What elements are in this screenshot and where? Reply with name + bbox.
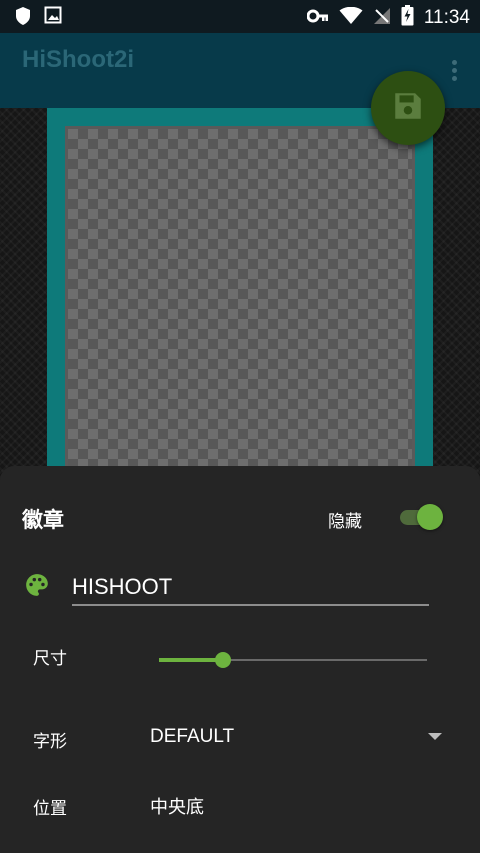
badge-text-input[interactable]: HISHOOT — [72, 570, 429, 606]
status-bar: 11:34 — [0, 0, 480, 33]
font-label: 字形 — [33, 732, 67, 752]
size-slider-handle[interactable] — [215, 652, 231, 668]
no-signal-icon — [373, 7, 391, 29]
position-label: 位置 — [33, 799, 67, 819]
badge-settings-sheet: 徽章 隐藏 HISHOOT 尺寸 字形 DEFAULT 位置 中央底 — [0, 466, 480, 853]
badge-text-value: HISHOOT — [72, 574, 173, 599]
app-title: HiShoot2i — [22, 46, 134, 73]
palette-icon[interactable] — [24, 572, 50, 602]
size-label: 尺寸 — [33, 649, 67, 669]
sheet-title: 徽章 — [22, 508, 64, 532]
size-slider[interactable] — [159, 652, 427, 668]
overflow-menu-icon[interactable] — [452, 60, 458, 84]
shield-icon — [14, 6, 32, 30]
key-icon — [306, 8, 329, 27]
chevron-down-icon[interactable] — [428, 733, 442, 740]
wifi-icon — [339, 6, 363, 29]
save-icon — [391, 89, 425, 127]
screenshot-placeholder — [65, 126, 415, 478]
hide-label: 隐藏 — [328, 512, 362, 532]
battery-charging-icon — [401, 5, 414, 30]
status-time: 11:34 — [423, 6, 470, 28]
hide-toggle[interactable] — [400, 504, 444, 530]
font-select[interactable]: DEFAULT — [150, 726, 234, 748]
save-button[interactable] — [371, 71, 445, 145]
position-select[interactable]: 中央底 — [150, 793, 204, 819]
image-icon — [44, 6, 62, 30]
